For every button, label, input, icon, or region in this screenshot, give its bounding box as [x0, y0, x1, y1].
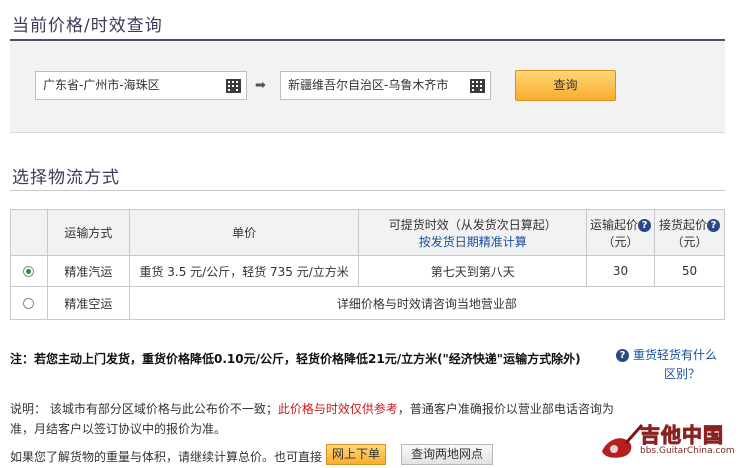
table-row[interactable]: 精准汽运 重货 3.5 元/公斤，轻货 735 元/立方米 第七天到第八天 30…: [10, 255, 725, 287]
continue-text: 如果您了解货物的重量与体积，请继续计算总价。也可直接: [10, 450, 323, 464]
building-icon[interactable]: [469, 77, 486, 94]
table-row[interactable]: 精准空运 详细价格与时效请咨询当地营业部: [10, 286, 726, 320]
query-button[interactable]: 查询: [515, 70, 616, 101]
pickup-min-cell: 50: [654, 255, 725, 287]
precise-calc-link[interactable]: 按发货日期精准计算: [359, 233, 586, 250]
time-cell: 第七天到第八天: [358, 255, 588, 287]
help-icon[interactable]: ?: [707, 218, 721, 232]
help-icon[interactable]: ?: [638, 218, 652, 232]
air-info-cell: 详细价格与时效请咨询当地营业部: [128, 286, 726, 320]
arrow-right-icon: ➡: [255, 78, 266, 93]
query-outlets-button[interactable]: 查询两地网点: [401, 444, 493, 465]
faq-line2: 区别？: [664, 367, 701, 381]
origin-address-field[interactable]: 广东省-广州市-海珠区: [35, 71, 247, 100]
help-icon: ?: [616, 349, 629, 362]
header-select-cell: [10, 209, 48, 256]
explain-warning: 此价格与时效仅供参考: [277, 402, 398, 416]
explain-prefix: 说明： 该城市有部分区域价格与此公布价不一致；: [10, 402, 278, 416]
online-order-button[interactable]: 网上下单: [326, 444, 386, 465]
price-query-title: 当前价格/时效查询: [12, 16, 163, 36]
watermark-url: bbs.GuitarChina.com: [640, 446, 735, 456]
origin-address-value: 广东省-广州市-海珠区: [43, 78, 160, 92]
watermark-text: 吉他中国: [640, 423, 724, 448]
discount-note: 注：若您主动上门发货，重货价格降低0.10元/公斤，轻货价格降低21元/立方米(…: [10, 352, 581, 366]
header-shipping-min: 运输起价? （元）: [586, 209, 656, 256]
building-icon[interactable]: [225, 77, 242, 94]
header-delivery-time-label: 可提货时效（从发货次日算起）: [388, 217, 557, 232]
header-shipping-min-unit: （元）: [602, 234, 639, 249]
shipping-min-cell: 30: [586, 255, 656, 287]
header-pickup-min-unit: （元）: [671, 234, 708, 249]
header-delivery-time: 可提货时效（从发货次日算起） 按发货日期精准计算: [358, 209, 588, 256]
header-shipping-min-label: 运输起价: [590, 217, 639, 232]
logistics-mode-title: 选择物流方式: [12, 168, 120, 188]
select-cell[interactable]: [10, 255, 48, 287]
rates-table: 运输方式 单价 可提货时效（从发货次日算起） 按发货日期精准计算 运输起价? （…: [10, 209, 726, 320]
mode-cell: 精准空运: [46, 286, 130, 320]
heavy-light-faq-link[interactable]: ? 重货轻货有什么 区别？: [616, 346, 717, 384]
section-divider: [10, 190, 725, 191]
select-cell[interactable]: [10, 286, 48, 320]
price-cell: 重货 3.5 元/公斤，轻货 735 元/立方米: [128, 255, 360, 287]
header-mode: 运输方式: [46, 209, 130, 256]
header-unit-price: 单价: [128, 209, 360, 256]
destination-address-field[interactable]: 新疆维吾尔自治区-乌鲁木齐市: [280, 71, 491, 100]
table-header-row: 运输方式 单价 可提货时效（从发货次日算起） 按发货日期精准计算 运输起价? （…: [10, 209, 725, 256]
header-pickup-min: 接货起价? （元）: [654, 209, 725, 256]
radio-unselected[interactable]: [23, 298, 35, 309]
mode-cell: 精准汽运: [46, 255, 130, 287]
destination-address-value: 新疆维吾尔自治区-乌鲁木齐市: [288, 78, 449, 92]
radio-selected[interactable]: [23, 266, 35, 277]
header-pickup-min-label: 接货起价: [659, 217, 708, 232]
faq-line1: 重货轻货有什么: [633, 348, 718, 362]
explanation-text: 说明： 该城市有部分区域价格与此公布价不一致；此价格与时效仅供参考，普通客户准确…: [10, 399, 620, 439]
